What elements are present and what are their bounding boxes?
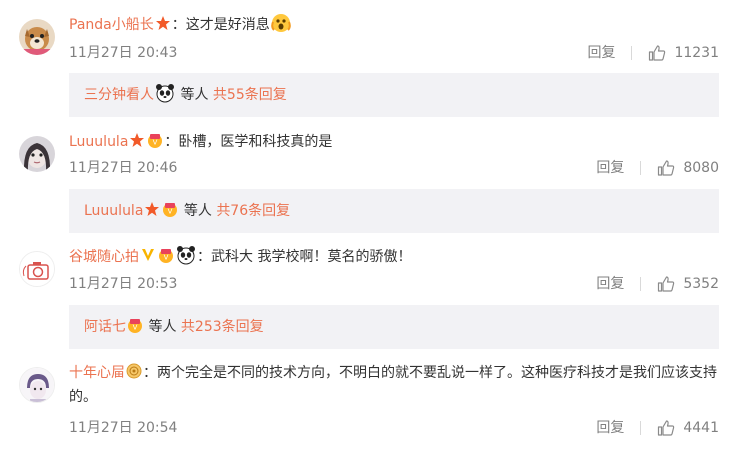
avatar[interactable] — [19, 251, 55, 287]
panda-emoji-icon — [176, 245, 196, 265]
reply-summary[interactable]: 三分钟看人 等人 共55条回复 — [69, 73, 719, 117]
comment-actions: 回复 11231 — [587, 43, 719, 63]
comment-username[interactable]: 谷城随心拍 — [69, 249, 139, 265]
reply-button[interactable]: 回复 — [596, 158, 624, 178]
divider — [640, 277, 642, 291]
verified-v-badge-icon[interactable] — [140, 247, 156, 263]
avatar[interactable] — [19, 19, 55, 55]
reply-summary[interactable]: Luuulula V 等人 共76条回复 — [69, 189, 719, 233]
svg-text:V: V — [164, 254, 169, 262]
colon: ： — [164, 134, 179, 150]
star-badge-icon[interactable] — [155, 15, 171, 31]
surprised-emoji-icon — [270, 13, 291, 33]
avatar[interactable] — [19, 136, 55, 172]
colon: ： — [143, 365, 157, 381]
reply-summary-user[interactable]: 三分钟看人 — [84, 87, 154, 103]
comment-text-line: 十年心屇 ：两个完全是不同的技术方向，不明白的就不要乱说一样了。这种医疗科技才是我… — [69, 361, 719, 409]
comment-text: 两个完全是不同的技术方向，不明白的就不要乱说一样了。这种医疗科技才是我们应该支持… — [69, 365, 717, 405]
comment-actions: 回复 5352 — [596, 274, 719, 294]
reply-summary-user[interactable]: 阿话七 — [84, 319, 126, 335]
thumbs-up-icon — [649, 45, 666, 61]
comment-text-line: Panda小船长 ：这才是好消息 — [69, 13, 723, 37]
reply-summary-user[interactable]: Luuulula — [84, 203, 143, 219]
comment-timestamp: 11月27日 20:53 — [69, 276, 178, 292]
comment-timestamp: 11月27日 20:54 — [69, 420, 178, 436]
colon: ： — [197, 249, 211, 265]
comment-timestamp: 11月27日 20:43 — [69, 45, 178, 61]
reply-button[interactable]: 回复 — [596, 274, 624, 294]
colon: ： — [171, 17, 186, 33]
svg-text:V: V — [133, 324, 138, 332]
reply-summary-deng: 等人 — [183, 203, 212, 219]
divider — [640, 421, 642, 435]
comment-username[interactable]: Luuulula — [69, 134, 128, 150]
vip-badge-icon[interactable]: V — [147, 132, 163, 148]
thumbs-up-icon — [658, 276, 675, 292]
panda-emoji-icon — [155, 83, 175, 103]
comment-username[interactable]: Panda小船长 — [69, 17, 154, 33]
star-badge-icon[interactable] — [144, 201, 160, 217]
divider — [640, 161, 642, 175]
like-count: 8080 — [683, 160, 719, 176]
reply-count-link[interactable]: 共55条回复 — [213, 87, 287, 103]
reply-button[interactable]: 回复 — [596, 418, 624, 438]
comment-text-line: 谷城随心拍 V ：武科大 我学校啊！莫名的骄傲！ — [69, 245, 723, 269]
thumbs-up-icon — [658, 160, 675, 176]
comment-actions: 回复 8080 — [596, 158, 719, 178]
svg-text:V: V — [168, 208, 173, 216]
comment-username[interactable]: 十年心屇 — [69, 365, 125, 381]
svg-text:V: V — [153, 139, 158, 147]
like-count: 11231 — [674, 45, 719, 61]
vip-badge-icon[interactable]: V — [162, 201, 178, 217]
like-button[interactable]: 8080 — [657, 158, 719, 178]
reply-summary-deng: 等人 — [148, 319, 177, 335]
reply-count-link[interactable]: 共76条回复 — [216, 203, 290, 219]
comment-actions: 回复 4441 — [596, 418, 719, 438]
comment-timestamp: 11月27日 20:46 — [69, 160, 178, 176]
level-medal-badge-icon[interactable] — [126, 363, 142, 379]
reply-summary[interactable]: 阿话七 V 等人 共253条回复 — [69, 305, 719, 349]
comment-text: 卧槽，医学和科技真的是 — [178, 134, 333, 150]
thumbs-up-icon — [658, 420, 675, 436]
like-button[interactable]: 11231 — [648, 43, 719, 63]
vip-badge-icon[interactable]: V — [127, 317, 143, 333]
comment-text-line: Luuulula V ：卧槽，医学和科技真的是 — [69, 130, 723, 154]
like-button[interactable]: 5352 — [657, 274, 719, 294]
reply-summary-deng: 等人 — [180, 87, 209, 103]
comment-text: 武科大 我学校啊！莫名的骄傲！ — [211, 249, 412, 265]
reply-count-link[interactable]: 共253条回复 — [181, 319, 264, 335]
like-button[interactable]: 4441 — [657, 418, 719, 438]
divider — [631, 46, 633, 60]
reply-button[interactable]: 回复 — [587, 43, 615, 63]
vip-badge-icon[interactable]: V — [158, 247, 174, 263]
avatar[interactable] — [19, 367, 55, 403]
like-count: 4441 — [683, 420, 719, 436]
like-count: 5352 — [683, 276, 719, 292]
star-badge-icon[interactable] — [129, 132, 145, 148]
comment-text: 这才是好消息 — [185, 17, 270, 33]
